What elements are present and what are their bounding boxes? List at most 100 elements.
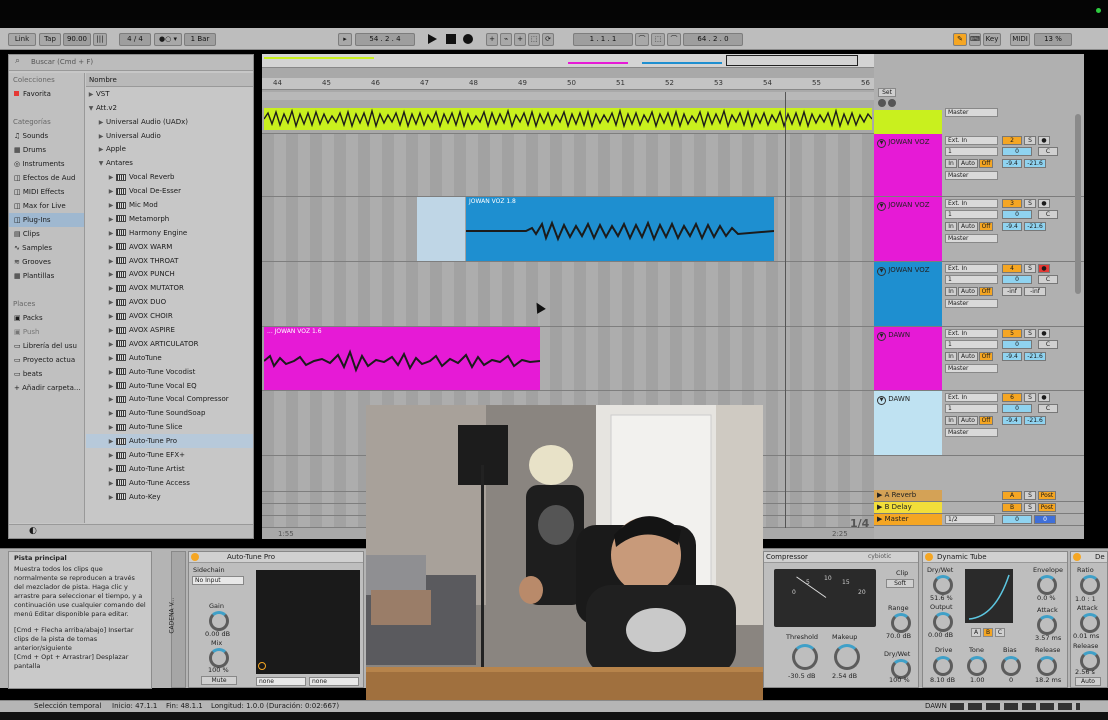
master-volume[interactable]: 0	[1002, 515, 1032, 524]
volume-field[interactable]: 0	[1002, 147, 1032, 156]
track-header[interactable]: ▼ DAWN Ext. In 1 In Auto Off Master 5 S …	[874, 327, 1084, 391]
arm-button[interactable]: ●	[1038, 393, 1050, 402]
list-item[interactable]: ▶ AVOX CHOIR	[86, 309, 253, 323]
capture-button[interactable]: ⬚	[528, 33, 540, 46]
list-item[interactable]: ▶ Auto-Tune Slice	[86, 420, 253, 434]
track-header[interactable]: ▼ DAWN Ext. In 1 In Auto Off Master 6 S …	[874, 391, 1084, 456]
fold-chevron-icon[interactable]: ▼	[877, 396, 886, 405]
fold-chevron-icon[interactable]: ▼	[877, 267, 886, 276]
ratio-knob[interactable]	[1080, 575, 1100, 595]
name-column-header[interactable]: Nombre	[86, 73, 253, 87]
fold-chevron-icon[interactable]: ▶	[877, 491, 885, 499]
fold-chevron-icon[interactable]: ▶	[877, 515, 885, 523]
solo-button[interactable]: S	[1024, 264, 1036, 273]
tone-knob[interactable]	[967, 656, 987, 676]
monitor-in-button[interactable]: In	[945, 159, 957, 168]
track-activator[interactable]: 4	[1002, 264, 1022, 273]
sidebar-item-push[interactable]: ▣ Push	[9, 325, 84, 339]
sidechain-input-select[interactable]: No Input	[192, 576, 244, 585]
bias-knob[interactable]	[1001, 656, 1021, 676]
track-title-bar[interactable]: ▼ DAWN	[874, 391, 942, 455]
output-select[interactable]: Master	[945, 234, 998, 243]
input-type-select[interactable]: Ext. In	[945, 199, 998, 208]
attack-knob[interactable]	[1037, 615, 1057, 635]
sidebar-item-sounds[interactable]: ♫ Sounds	[9, 129, 84, 143]
input-channel-select[interactable]: 1	[945, 404, 998, 413]
list-item[interactable]: ▶ AVOX PUNCH	[86, 267, 253, 281]
audio-clip-lime[interactable]	[264, 108, 872, 130]
volume-field[interactable]: 0	[1002, 210, 1032, 219]
model-b-button[interactable]: B	[983, 628, 993, 637]
sidebar-item-instruments[interactable]: ◎ Instruments	[9, 157, 84, 171]
quantization-select[interactable]: 1 Bar	[184, 33, 216, 46]
arm-button[interactable]: ●	[1038, 199, 1050, 208]
output-select[interactable]: Master	[945, 428, 998, 437]
metronome-pattern-button[interactable]: |||	[93, 33, 107, 46]
key-map-button[interactable]: Key	[983, 33, 1001, 46]
metronome-button[interactable]: ●○ ▾	[154, 33, 182, 46]
list-item[interactable]: ▶ AutoTune	[86, 351, 253, 365]
grid-fraction[interactable]: 1/4	[850, 517, 869, 530]
device-title-bar[interactable]: Dynamic Tube	[923, 552, 1067, 563]
sidebar-item-add-folder[interactable]: + Añadir carpeta...	[9, 381, 84, 395]
list-item[interactable]: ▶ AVOX MUTATOR	[86, 281, 253, 295]
device-power-icon[interactable]	[1073, 553, 1081, 561]
post-button[interactable]: Post	[1038, 491, 1056, 500]
sidebar-item-favorites[interactable]: Favorita	[9, 87, 84, 101]
input-channel-select[interactable]: 1	[945, 147, 998, 156]
model-a-button[interactable]: A	[971, 628, 981, 637]
makeup-knob[interactable]	[834, 644, 860, 670]
stop-icon[interactable]	[446, 34, 456, 44]
sidebar-item-user-library[interactable]: ▭ Librería del usu	[9, 339, 84, 353]
post-button[interactable]: Post	[1038, 503, 1056, 512]
routing-select-2[interactable]: none	[309, 677, 359, 686]
loop-length-field[interactable]: 64 . 2 . 0	[683, 33, 743, 46]
fold-chevron-icon[interactable]: ▼	[877, 332, 886, 341]
solo-button[interactable]: S	[1024, 329, 1036, 338]
volume-field[interactable]: 0	[1002, 340, 1032, 349]
track-title-bar[interactable]: ▼ JOWAN VOZ	[874, 197, 942, 261]
set-button[interactable]: Set	[878, 88, 896, 97]
link-button[interactable]: Link	[8, 33, 36, 46]
input-type-select[interactable]: Ext. In	[945, 136, 998, 145]
plugin-display[interactable]	[256, 570, 360, 674]
release-knob[interactable]	[1037, 656, 1057, 676]
attack-knob[interactable]	[1080, 613, 1100, 633]
sidebar-item-packs[interactable]: ▣ Packs	[9, 311, 84, 325]
sidebar-item-plug-ins[interactable]: ◫ Plug-Ins	[9, 213, 84, 227]
volume-field[interactable]: 0	[1002, 404, 1032, 413]
gain-knob[interactable]	[209, 611, 229, 631]
list-item[interactable]: ▼ Antares	[86, 156, 253, 170]
pan-field[interactable]: C	[1038, 147, 1058, 156]
sidebar-item-clips[interactable]: ▤ Clips	[9, 227, 84, 241]
record-icon[interactable]	[463, 34, 473, 44]
play-icon[interactable]	[428, 34, 437, 44]
sidebar-item-current-project[interactable]: ▭ Proyecto actua	[9, 353, 84, 367]
list-item-selected[interactable]: ▶ Auto-Tune Pro	[86, 434, 253, 449]
monitor-off-button[interactable]: Off	[979, 287, 993, 296]
monitor-off-button[interactable]: Off	[979, 222, 993, 231]
monitor-in-button[interactable]: In	[945, 287, 957, 296]
list-item[interactable]: ▶ VST	[86, 87, 253, 101]
volume-field[interactable]: 0	[1002, 275, 1032, 284]
draw-mode-pencil-icon[interactable]: ✎	[953, 33, 967, 46]
list-item[interactable]: ▶ Universal Audio	[86, 129, 253, 143]
list-item[interactable]: ▶ Auto-Tune EFX+	[86, 448, 253, 462]
monitor-off-button[interactable]: Off	[979, 416, 993, 425]
audio-clip-magenta[interactable]: ... JOWAN VOZ 1.6	[264, 327, 540, 390]
device-power-icon[interactable]	[925, 553, 933, 561]
fold-chevron-icon[interactable]: ▼	[877, 202, 886, 211]
track-lane[interactable]	[262, 134, 874, 197]
fold-icon[interactable]	[888, 99, 896, 107]
monitor-off-button[interactable]: Off	[979, 352, 993, 361]
back-to-arrangement-icon[interactable]	[878, 99, 886, 107]
loop-start-field[interactable]: 1 . 1 . 1	[573, 33, 633, 46]
solo-button[interactable]: S	[1024, 199, 1036, 208]
threshold-knob[interactable]	[792, 644, 818, 670]
return-title[interactable]: ▶ A Reverb	[874, 490, 942, 501]
return-activator[interactable]: B	[1002, 503, 1022, 512]
mix-knob[interactable]	[209, 648, 229, 668]
arm-button[interactable]: ●	[1038, 136, 1050, 145]
list-item[interactable]: ▶ AVOX WARM	[86, 240, 253, 254]
list-item[interactable]: ▶ AVOX ARTICULATOR	[86, 337, 253, 351]
